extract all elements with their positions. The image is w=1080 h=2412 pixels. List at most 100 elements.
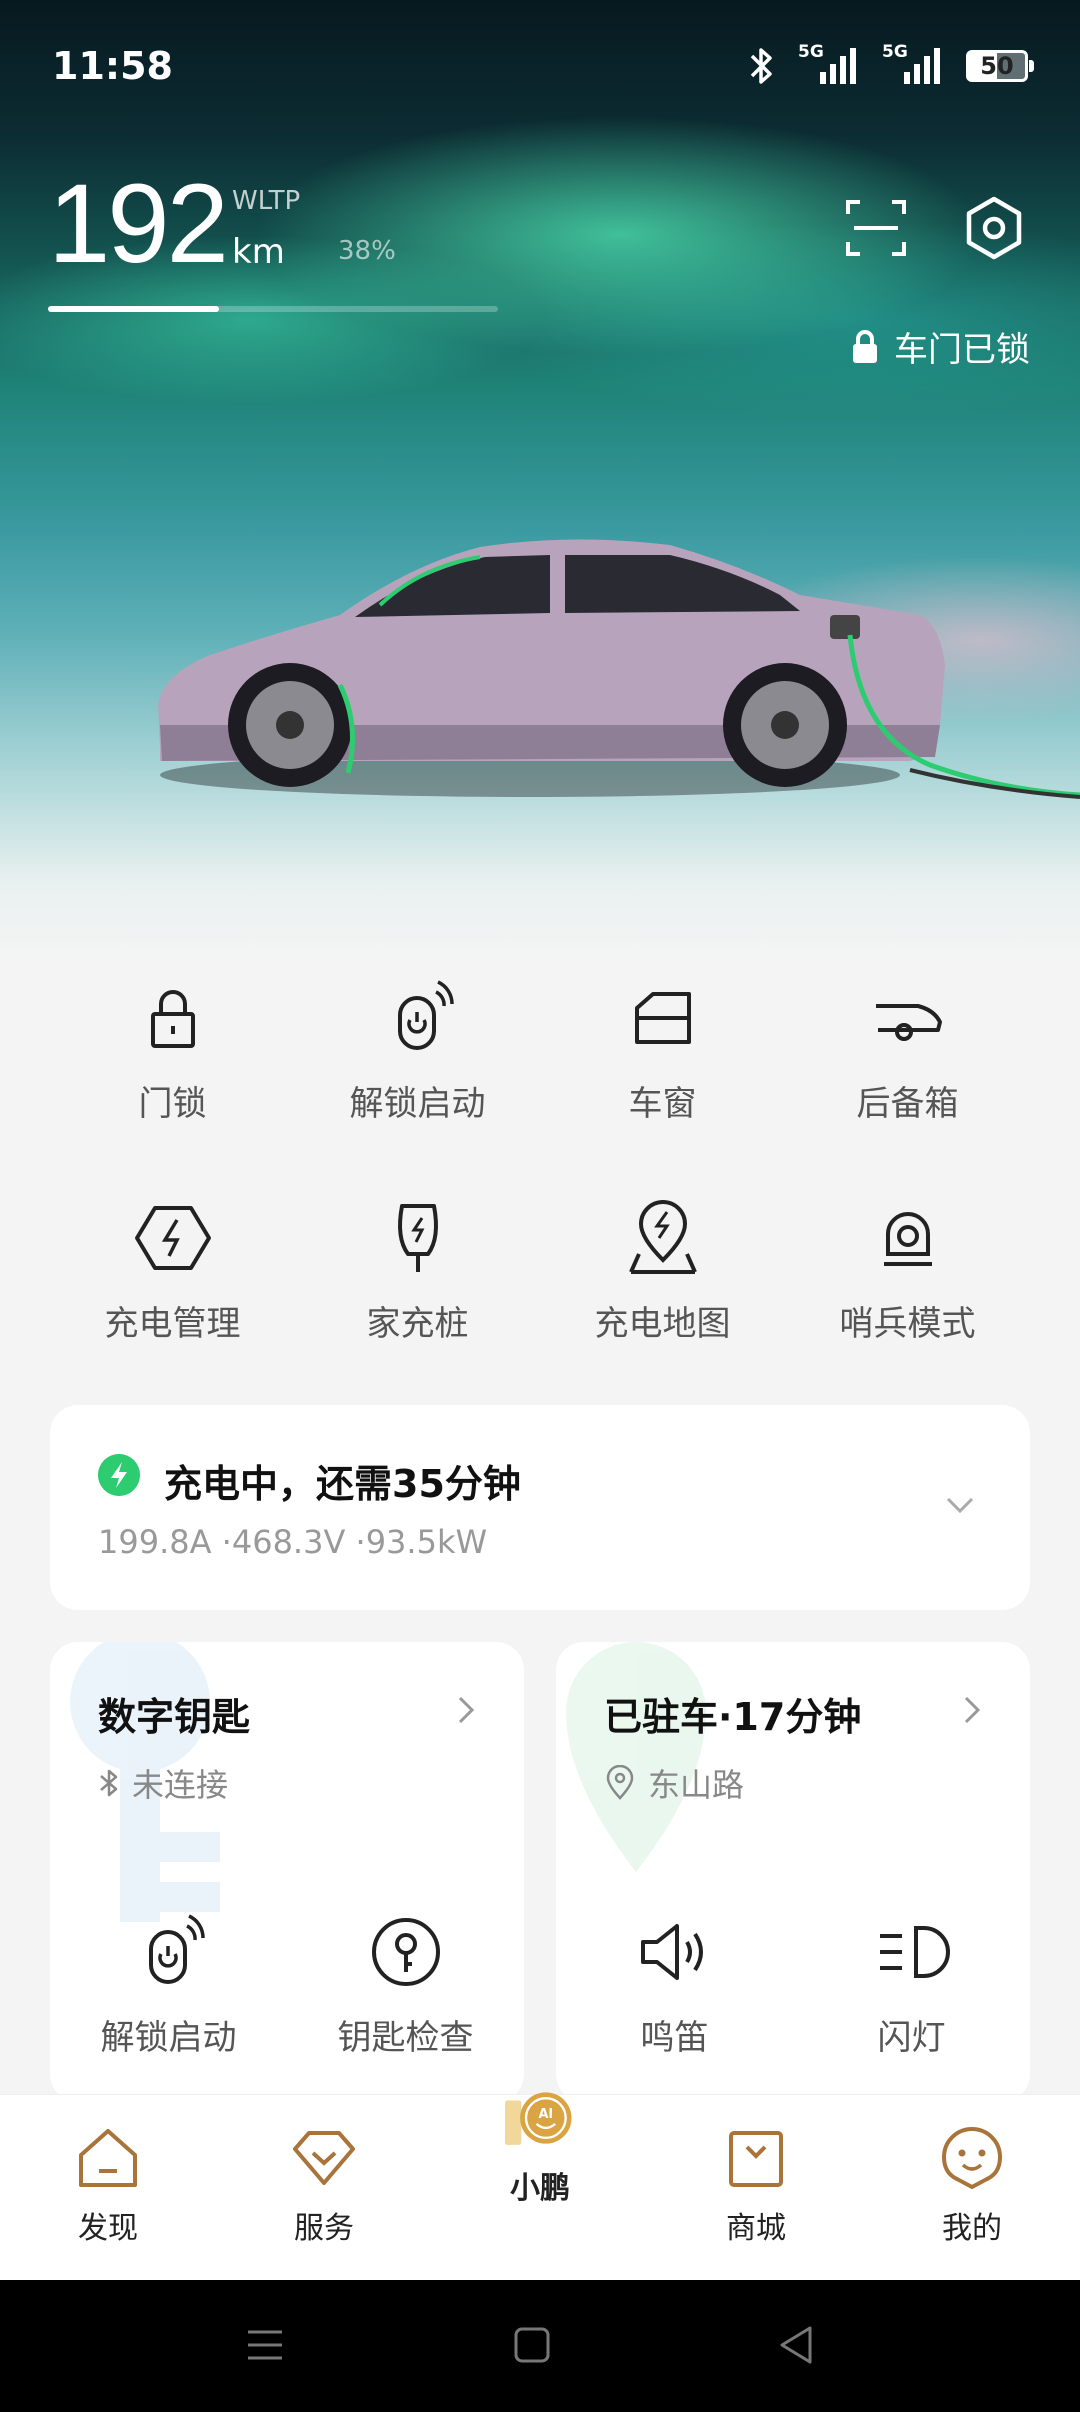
vehicle-hero: 11:58 5G 5G 50 192 WLTP km 38% 车门已锁 (0, 0, 1080, 960)
battery-progress-bar (48, 306, 498, 312)
bluetooth-icon (100, 1769, 118, 1797)
nav-xpeng[interactable]: AI 小鹏 (432, 2092, 648, 2280)
trunk-label: 后备箱 (856, 1084, 959, 1124)
charge-management-button[interactable]: 充电管理 (50, 1198, 295, 1345)
signal-bars-icon (820, 48, 856, 84)
trunk-button[interactable]: 后备箱 (785, 978, 1030, 1125)
key-check-label: 钥匙检查 (337, 2018, 474, 2058)
digital-key-status: 未连接 (98, 1760, 228, 1806)
lock-icon (150, 990, 195, 1048)
bottom-navigation: 发现 服务 AI 小鹏 商城 我的 (0, 2092, 1080, 2280)
nav-discover-label: 发现 (78, 2211, 138, 2246)
padlock-icon (853, 329, 877, 363)
sentry-mode-label: 哨兵模式 (839, 1304, 976, 1344)
parking-location: 东山路 (604, 1760, 744, 1806)
key-check-button[interactable]: 钥匙检查 (287, 1912, 524, 2059)
home-square-icon[interactable] (507, 2320, 557, 2370)
system-navigation-bar (0, 2280, 1080, 2412)
digital-key-actions: 解锁启动 钥匙检查 (50, 1912, 524, 2059)
window-icon (634, 992, 691, 1044)
charge-management-label: 充电管理 (104, 1304, 241, 1344)
window-label: 车窗 (628, 1084, 697, 1124)
nav-profile[interactable]: 我的 (864, 2095, 1080, 2280)
nav-discover[interactable]: 发现 (0, 2095, 216, 2280)
signal-5g-2: 5G (882, 42, 944, 86)
unlock-start-label: 解锁启动 (349, 1084, 486, 1124)
window-button[interactable]: 车窗 (540, 978, 785, 1125)
flash-lights-label: 闪灯 (877, 2018, 946, 2058)
status-time: 11:58 (52, 44, 173, 88)
digital-key-title: 数字钥匙 (98, 1695, 251, 1739)
door-lock-button[interactable]: 门锁 (50, 978, 295, 1125)
key-unlock-start-button[interactable]: 解锁启动 (50, 1912, 287, 2059)
nav-shop-label: 商城 (726, 2211, 786, 2246)
quick-controls-row-1: 门锁 解锁启动 车窗 后备箱 (50, 978, 1030, 1125)
nav-profile-label: 我的 (942, 2211, 1002, 2246)
charge-manage-icon (134, 1206, 211, 1270)
sentry-icon (883, 1212, 932, 1266)
battery-progress-fill (48, 306, 219, 312)
unlock-start-icon (148, 1914, 205, 1984)
nav-service-label: 服务 (294, 2211, 354, 2246)
trunk-icon (875, 1004, 942, 1041)
horn-label: 鸣笛 (640, 2018, 709, 2058)
charging-status-card[interactable]: 充电中，还需35分钟 199.8A ·468.3V ·93.5kW (50, 1405, 1030, 1610)
location-pin-icon (606, 1765, 634, 1800)
service-icon (293, 2131, 355, 2185)
battery-percent: 38% (338, 236, 396, 266)
home-charger-label: 家充桩 (366, 1304, 469, 1344)
status-bar: 11:58 5G 5G 50 (0, 0, 1080, 140)
ai-icon: AI (505, 2092, 572, 2145)
key-unlock-start-label: 解锁启动 (100, 2018, 237, 2058)
unlock-start-button[interactable]: 解锁启动 (295, 978, 540, 1125)
chevron-right-icon[interactable] (954, 1690, 990, 1730)
range-display: 192 WLTP km 38% (48, 161, 396, 286)
chevron-right-icon[interactable] (448, 1690, 484, 1730)
nav-shop[interactable]: 商城 (648, 2095, 864, 2280)
horn-icon (640, 1924, 703, 1980)
charge-map-button[interactable]: 充电地图 (540, 1198, 785, 1345)
range-standard: WLTP (232, 186, 301, 216)
home-charger-button[interactable]: 家充桩 (295, 1198, 540, 1345)
charging-details: 199.8A ·468.3V ·93.5kW (98, 1523, 488, 1561)
sentry-mode-button[interactable]: 哨兵模式 (785, 1198, 1030, 1345)
charge-map-label: 充电地图 (594, 1304, 731, 1344)
quick-controls-row-2: 充电管理 家充桩 充电地图 哨兵模式 (50, 1198, 1030, 1345)
home-charger-icon (397, 1204, 438, 1272)
range-unit: km (232, 232, 285, 272)
settings-icon[interactable] (962, 196, 1026, 260)
home-icon (79, 2129, 137, 2187)
digital-key-status-text: 未连接 (132, 1766, 229, 1804)
door-lock-label: 门锁 (138, 1084, 207, 1124)
profile-icon (941, 2126, 1003, 2190)
horn-button[interactable]: 鸣笛 (556, 1912, 793, 2059)
door-status-text: 车门已锁 (894, 330, 1030, 370)
ai-badge-text: AI (538, 2107, 553, 2122)
back-icon[interactable] (772, 2320, 822, 2370)
battery-indicator: 50 (966, 50, 1034, 82)
nav-xpeng-label: 小鹏 (510, 2171, 570, 2206)
parking-actions: 鸣笛 闪灯 (556, 1912, 1030, 2059)
parking-location-text: 东山路 (648, 1766, 745, 1804)
signal-5g-1: 5G (798, 42, 860, 86)
shop-icon (729, 2131, 783, 2187)
menu-icon[interactable] (240, 2320, 290, 2370)
flash-lights-icon (879, 1926, 950, 1978)
signal-bars-icon (904, 48, 940, 84)
charging-bolt-icon (98, 1454, 140, 1496)
door-lock-status[interactable]: 车门已锁 (850, 322, 1030, 371)
unlock-start-icon (397, 980, 454, 1050)
bluetooth-icon (750, 48, 772, 84)
scan-icon[interactable] (844, 196, 908, 260)
charge-map-icon (628, 1200, 697, 1274)
digital-key-card[interactable]: 数字钥匙 未连接 解锁启动 钥匙检查 (50, 1642, 524, 2102)
charging-title: 充电中，还需35分钟 (164, 1462, 521, 1506)
chevron-down-icon[interactable] (940, 1485, 980, 1525)
car-illustration (158, 539, 1080, 799)
range-value: 192 (48, 161, 229, 286)
parking-card[interactable]: 已驻车·17分钟 东山路 鸣笛 闪灯 (556, 1642, 1030, 2102)
parking-title: 已驻车·17分钟 (604, 1695, 862, 1739)
key-check-icon (371, 1918, 440, 1986)
nav-service[interactable]: 服务 (216, 2095, 432, 2280)
flash-lights-button[interactable]: 闪灯 (793, 1912, 1030, 2059)
